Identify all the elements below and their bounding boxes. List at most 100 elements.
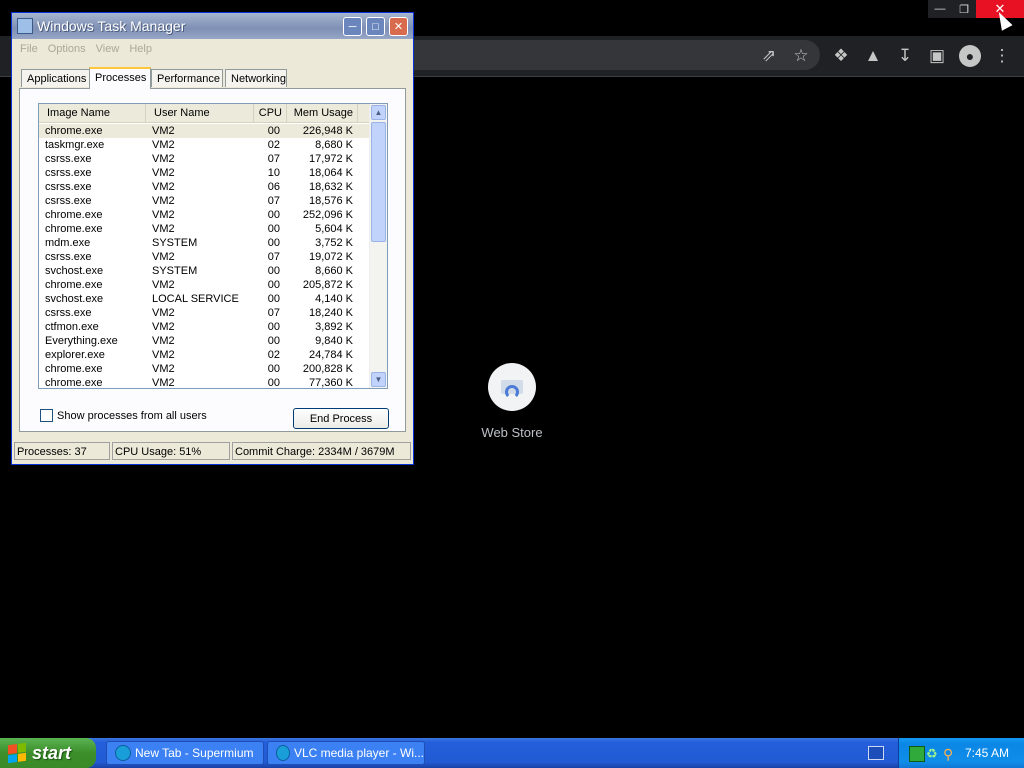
checkbox-box[interactable] — [40, 409, 53, 422]
cell-cpu: 00 — [267, 237, 280, 249]
table-row[interactable]: csrss.exe VM2 06 18,632 K — [39, 180, 370, 194]
minimize-button[interactable]: ─ — [343, 17, 362, 36]
cell-mem: 3,892 K — [315, 321, 353, 333]
table-row[interactable]: taskmgr.exe VM2 02 8,680 K — [39, 138, 370, 152]
process-list-header: Image Name User Name CPU Mem Usage — [39, 104, 370, 123]
share-icon[interactable]: ⇗ — [757, 44, 781, 68]
cell-cpu: 00 — [267, 125, 280, 137]
cell-user: VM2 — [152, 167, 175, 179]
column-cpu[interactable]: CPU — [254, 104, 287, 122]
cell-name: csrss.exe — [45, 195, 92, 207]
cell-cpu: 06 — [267, 181, 280, 193]
status-commit-charge: Commit Charge: 2334M / 3679M — [232, 442, 411, 460]
table-row[interactable]: csrss.exe VM2 07 18,240 K — [39, 306, 370, 320]
table-row[interactable]: svchost.exe SYSTEM 00 8,660 K — [39, 264, 370, 278]
cell-user: SYSTEM — [152, 265, 198, 277]
process-rows: chrome.exe VM2 00 226,948 K taskmgr.exe VM2 02… — [39, 124, 370, 388]
cell-mem: 4,140 K — [315, 293, 353, 305]
cell-user: VM2 — [152, 335, 175, 347]
network-icon[interactable] — [909, 746, 925, 762]
show-all-users-checkbox[interactable]: Show processes from all users — [40, 409, 207, 422]
menu-view[interactable]: View — [92, 41, 126, 59]
search-icon[interactable]: ⚲ — [943, 746, 957, 762]
cell-cpu: 10 — [267, 167, 280, 179]
bookmark-star-icon[interactable]: ☆ — [789, 44, 813, 68]
cell-cpu: 00 — [267, 321, 280, 333]
vertical-scrollbar[interactable]: ▲ ▼ — [369, 104, 387, 388]
tab-networking[interactable]: Networking — [225, 69, 287, 87]
cell-name: Everything.exe — [45, 335, 118, 347]
cell-user: VM2 — [152, 223, 175, 235]
tab-performance[interactable]: Performance — [151, 69, 223, 87]
vlc-icon — [276, 745, 290, 761]
checkbox-label: Show processes from all users — [57, 409, 207, 422]
flask-icon[interactable]: ▲ — [861, 44, 885, 68]
cell-cpu: 00 — [267, 265, 280, 277]
maximize-button[interactable]: □ — [366, 17, 385, 36]
process-list[interactable]: Image Name User Name CPU Mem Usage chrom… — [38, 103, 388, 389]
task-manager-titlebar[interactable]: Windows Task Manager ─ □ ✕ — [12, 13, 413, 39]
cell-mem: 18,632 K — [308, 181, 353, 193]
taskbar-button-vlc[interactable]: VLC media player - Wi... — [267, 741, 425, 765]
cell-user: VM2 — [152, 251, 175, 263]
cell-name: chrome.exe — [45, 363, 103, 375]
cell-name: csrss.exe — [45, 181, 92, 193]
table-row[interactable]: Everything.exe VM2 00 9,840 K — [39, 334, 370, 348]
cell-mem: 18,240 K — [308, 307, 353, 319]
cell-user: VM2 — [152, 153, 175, 165]
status-cpu-usage: CPU Usage: 51% — [112, 442, 230, 460]
table-row[interactable]: chrome.exe VM2 00 5,604 K — [39, 222, 370, 236]
menu-file[interactable]: File — [16, 41, 44, 59]
cell-name: chrome.exe — [45, 209, 103, 221]
cell-cpu: 07 — [267, 195, 280, 207]
cell-mem: 17,972 K — [308, 153, 353, 165]
column-mem-usage[interactable]: Mem Usage — [287, 104, 358, 122]
table-row[interactable]: mdm.exe SYSTEM 00 3,752 K — [39, 236, 370, 250]
table-row[interactable]: ctfmon.exe VM2 00 3,892 K — [39, 320, 370, 334]
cell-mem: 19,072 K — [308, 251, 353, 263]
cell-cpu: 00 — [267, 223, 280, 235]
menu-help[interactable]: Help — [125, 41, 158, 59]
menu-options[interactable]: Options — [44, 41, 92, 59]
shortcut-tile-web-store[interactable]: Web Store — [466, 363, 558, 447]
task-manager-window: Windows Task Manager ─ □ ✕ File Options … — [11, 12, 414, 465]
keyboard-layout-icon[interactable] — [868, 746, 884, 760]
table-row[interactable]: svchost.exe LOCAL SERVICE 00 4,140 K — [39, 292, 370, 306]
cell-cpu: 00 — [267, 279, 280, 291]
taskbar-button-new-tab[interactable]: New Tab - Supermium — [106, 741, 264, 765]
table-row[interactable]: chrome.exe VM2 00 205,872 K — [39, 278, 370, 292]
table-row[interactable]: chrome.exe VM2 00 252,096 K — [39, 208, 370, 222]
column-user-name[interactable]: User Name — [146, 104, 254, 122]
table-row[interactable]: csrss.exe VM2 07 18,576 K — [39, 194, 370, 208]
tab-applications[interactable]: Applications — [21, 69, 90, 87]
start-button[interactable]: start — [0, 738, 96, 768]
scrollbar-thumb[interactable] — [371, 122, 386, 242]
end-process-button[interactable]: End Process — [293, 408, 389, 429]
supermium-icon — [115, 745, 131, 761]
close-button[interactable]: ✕ — [389, 17, 408, 36]
table-row[interactable]: chrome.exe VM2 00 77,360 K — [39, 376, 370, 388]
minimize-icon[interactable]: — — [928, 0, 952, 18]
cell-user: VM2 — [152, 181, 175, 193]
scroll-up-icon[interactable]: ▲ — [371, 105, 386, 120]
sidepanel-icon[interactable]: ▣ — [925, 44, 949, 68]
profile-icon[interactable]: ● — [959, 45, 981, 67]
cell-mem: 18,064 K — [308, 167, 353, 179]
table-row[interactable]: csrss.exe VM2 10 18,064 K — [39, 166, 370, 180]
tab-processes[interactable]: Processes — [89, 67, 151, 89]
table-row[interactable]: chrome.exe VM2 00 226,948 K — [39, 124, 370, 138]
table-row[interactable]: explorer.exe VM2 02 24,784 K — [39, 348, 370, 362]
cell-cpu: 00 — [267, 209, 280, 221]
column-image-name[interactable]: Image Name — [39, 104, 146, 122]
recycle-icon[interactable]: ♻ — [926, 746, 940, 761]
cell-mem: 200,828 K — [302, 363, 353, 375]
scroll-down-icon[interactable]: ▼ — [371, 372, 386, 387]
menu-kebab-icon[interactable]: ⋮ — [990, 44, 1014, 68]
table-row[interactable]: csrss.exe VM2 07 19,072 K — [39, 250, 370, 264]
download-icon[interactable]: ↧ — [893, 44, 917, 68]
table-row[interactable]: csrss.exe VM2 07 17,972 K — [39, 152, 370, 166]
restore-icon[interactable]: ❐ — [952, 0, 976, 18]
extensions-icon[interactable]: ❖ — [829, 44, 853, 68]
table-row[interactable]: chrome.exe VM2 00 200,828 K — [39, 362, 370, 376]
cell-name: chrome.exe — [45, 279, 103, 291]
